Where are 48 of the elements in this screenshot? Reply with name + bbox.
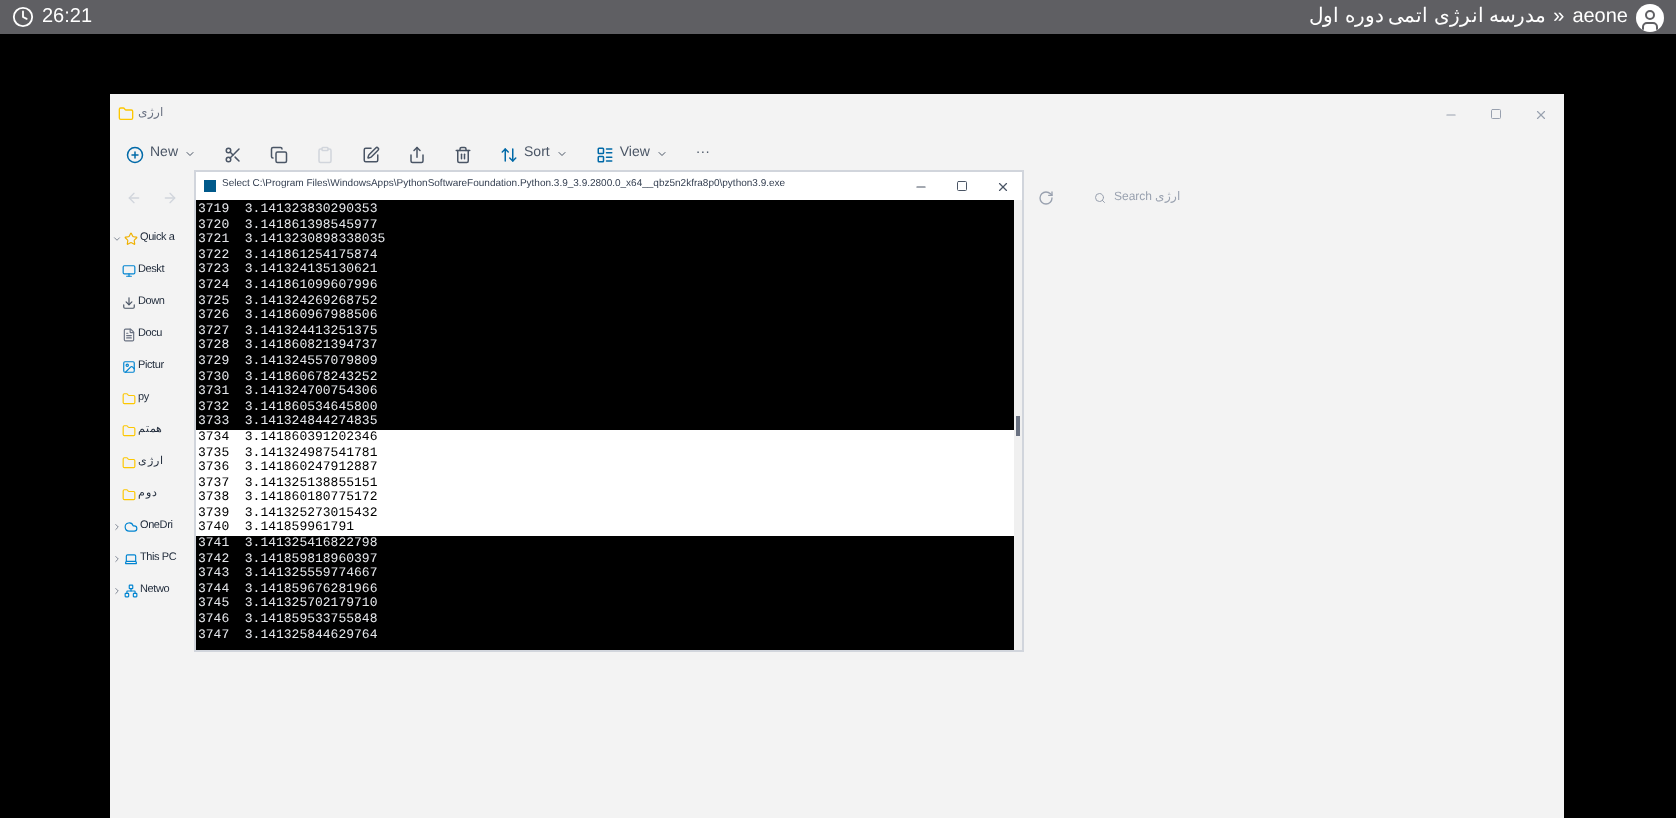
cut-button[interactable] [224, 145, 243, 163]
folder-icon [122, 391, 136, 405]
close-icon[interactable] [996, 179, 1010, 193]
sort-icon [500, 145, 519, 163]
folder-icon [122, 423, 136, 437]
breadcrumb: مدرسه انرژی اتمی دوره اول [1309, 4, 1546, 32]
download-icon [122, 295, 136, 309]
chevron-icon[interactable] [112, 233, 122, 243]
breadcrumb-separator: » [1553, 4, 1565, 32]
scissors-icon [224, 145, 243, 163]
desktop-icon [122, 263, 136, 277]
share-icon [408, 145, 427, 163]
search-icon [1094, 192, 1106, 204]
chevron-icon[interactable] [112, 585, 122, 595]
scrollbar[interactable] [1014, 200, 1022, 650]
user-name: aeone [1572, 4, 1628, 32]
chevron-icon[interactable] [112, 521, 122, 531]
network-icon [124, 583, 138, 597]
document-icon [122, 327, 136, 341]
delete-button[interactable] [454, 145, 473, 163]
caret-icon [555, 148, 568, 160]
folder-icon [122, 487, 136, 501]
paste-button[interactable] [316, 145, 335, 163]
rename-icon [362, 145, 381, 163]
caret-icon [655, 148, 668, 160]
picture-icon [122, 359, 136, 373]
copy-icon [270, 145, 289, 163]
folder-icon [118, 106, 134, 122]
elapsed-time: 26:21 [42, 4, 93, 32]
folder-icon [122, 455, 136, 469]
computer-icon [124, 551, 138, 565]
view-icon [595, 145, 614, 163]
chevron-icon[interactable] [112, 553, 122, 563]
caret-icon [184, 148, 197, 160]
forward-icon[interactable] [162, 190, 178, 206]
clock-icon [12, 6, 34, 28]
share-button[interactable] [408, 145, 427, 163]
clipboard-icon [316, 145, 335, 163]
plus-circle-icon [126, 145, 144, 163]
star-icon [124, 231, 138, 245]
back-icon[interactable] [126, 190, 142, 206]
copy-button[interactable] [270, 145, 289, 163]
rename-button[interactable] [362, 145, 381, 163]
maximize-icon[interactable] [956, 180, 968, 192]
trash-icon [454, 145, 473, 163]
refresh-icon[interactable] [1038, 190, 1054, 206]
cloud-icon [124, 519, 138, 533]
console-app-icon [204, 180, 216, 192]
